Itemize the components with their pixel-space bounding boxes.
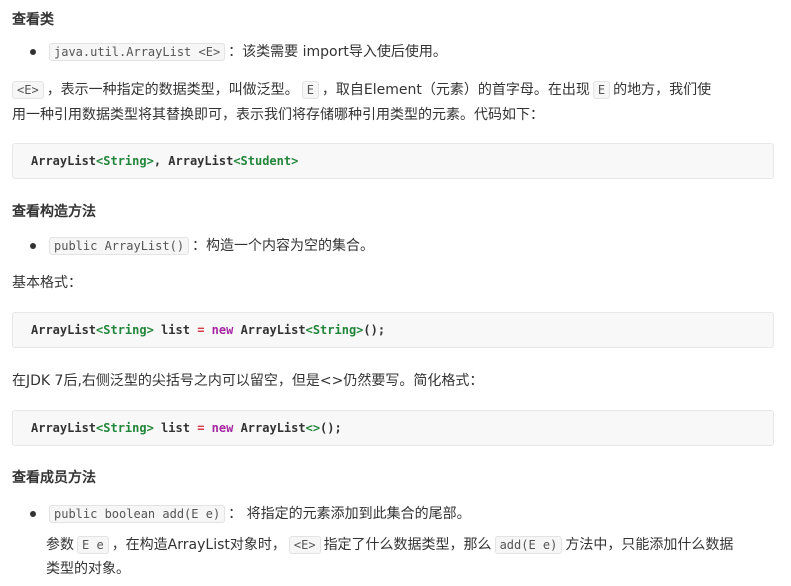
code-token: ArrayList [168, 154, 234, 168]
code-token: ArrayList [31, 154, 97, 168]
bullet-view-class: java.util.ArrayList <E> ：该类需要 import导入使后使… [46, 39, 447, 65]
code-token: <String> [96, 154, 154, 168]
code-token: <> [305, 421, 321, 435]
bullet-dot [30, 511, 36, 517]
code-token: ArrayList [31, 323, 97, 337]
heading-member-methods: 查看成员方法 [12, 470, 96, 486]
inline-code: add(E e) [494, 536, 563, 554]
code-token: new [211, 421, 234, 435]
code-token: list [153, 323, 198, 337]
jdk-note: 在JDK 7后,右侧泛型的尖括号之内可以留空，但是<>仍然要写。简化格式： [12, 373, 484, 389]
code-block-example: ArrayList<String>, ArrayList<Student> [12, 143, 774, 179]
code-token: , [153, 154, 169, 168]
text: 方法中，只能添加什么数据 [565, 537, 734, 553]
code-token: ArrayList [233, 421, 306, 435]
text: 指定了什么数据类型，那么 [323, 537, 492, 553]
code-token: (); [320, 421, 342, 435]
bullet-dot [30, 243, 36, 249]
inline-code: <E> [288, 536, 321, 554]
code-token: <String> [305, 323, 364, 337]
inline-code: java.util.ArrayList <E> [49, 43, 226, 61]
heading-view-class: 查看类 [12, 12, 54, 28]
code-token: <Student> [233, 154, 299, 168]
code-token: ArrayList [31, 421, 97, 435]
text: ，表示一种指定的数据类型，叫做泛型。 [46, 82, 299, 98]
code-token: (); [363, 323, 386, 337]
bullet-constructor: public ArrayList() ：构造一个内容为空的集合。 [46, 233, 374, 259]
text: ，在构造ArrayList对象时， [111, 537, 286, 553]
code-block-basic-format: ArrayList<String> list = new ArrayList<S… [12, 312, 774, 348]
code-token: new [211, 323, 234, 337]
code-token: <String> [96, 323, 154, 337]
inline-code: public boolean add(E e) [49, 505, 226, 523]
paragraph-generic-explain-1: <E> ，表示一种指定的数据类型，叫做泛型。 E ，取自Element（元素）的首字母… [12, 77, 782, 103]
code-token: list [153, 421, 198, 435]
bullet-add-method: public boolean add(E e)： 将指定的元素添加到此集合的尾部… [46, 501, 471, 527]
bullet-text: ：该类需要 import导入使后使用。 [228, 44, 447, 60]
bullet-text: ：构造一个内容为空的集合。 [192, 238, 375, 254]
code-token: ArrayList [233, 323, 306, 337]
inline-code: E [301, 81, 319, 99]
code-token: <String> [96, 421, 154, 435]
inline-code: public ArrayList() [49, 237, 190, 255]
param-explain-1: 参数 E e ，在构造ArrayList对象时， <E> 指定了什么数据类型，那么 add… [46, 532, 786, 558]
text: ，取自Element（元素）的首字母。在出现 [321, 82, 590, 98]
inline-code: E [592, 81, 611, 99]
document: 查看类 java.util.ArrayList <E> ：该类需要 import导… [0, 0, 791, 586]
inline-code: E e [77, 536, 109, 554]
text: 参数 [46, 537, 74, 553]
paragraph-generic-explain-2: 用一种引用数据类型将其替换即可，表示我们将存储哪种引用类型的元素。代码如下： [12, 107, 544, 123]
inline-code: <E> [12, 81, 44, 99]
bullet-text: ： 将指定的元素添加到此集合的尾部。 [228, 506, 471, 522]
text: 的地方，我们使 [613, 82, 712, 98]
bullet-dot [30, 49, 36, 55]
code-block-simplified: ArrayList<String> list = new ArrayList<>… [12, 410, 774, 446]
heading-constructor: 查看构造方法 [12, 204, 96, 220]
param-explain-2: 类型的对象。 [46, 561, 130, 577]
format-label: 基本格式： [12, 275, 82, 291]
